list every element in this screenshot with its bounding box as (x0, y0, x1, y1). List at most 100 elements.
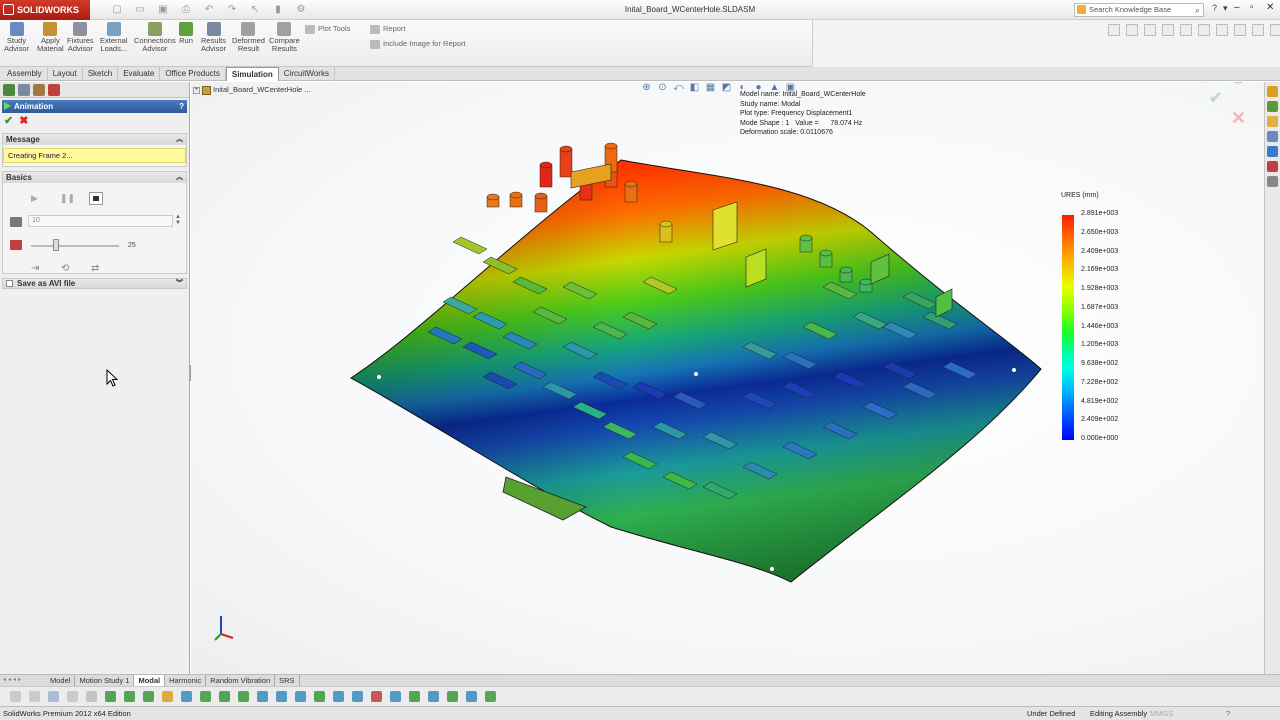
section-icon[interactable] (1162, 24, 1174, 36)
include-image-button[interactable]: Include Image for Report (370, 39, 466, 49)
design-library-icon[interactable] (1267, 101, 1278, 112)
simulation-tool-icon[interactable] (10, 691, 21, 702)
pm-help-icon[interactable]: ? (179, 100, 184, 113)
save-icon[interactable]: ▣ (156, 3, 170, 16)
search-icon[interactable]: ⌕ (1195, 4, 1200, 16)
tab-circuitworks[interactable]: CircuitWorks (279, 67, 335, 81)
config-manager-icon[interactable] (33, 84, 45, 96)
speed-slider-thumb[interactable] (53, 239, 59, 251)
simulation-tool-icon[interactable] (371, 691, 382, 702)
options-icon[interactable]: ⚙ (294, 3, 308, 16)
simulation-tool-icon[interactable] (86, 691, 97, 702)
expand-icon[interactable]: ︾ (176, 279, 183, 289)
tab-layout[interactable]: Layout (48, 67, 83, 81)
tab-office-products[interactable]: Office Products (160, 67, 226, 81)
tab-nav-arrows-icon[interactable]: ◂◂◂▸ (3, 676, 23, 683)
frames-input[interactable]: 10 (28, 215, 173, 227)
zoom-icon[interactable] (1108, 24, 1120, 36)
rebuild-icon[interactable]: ▮ (271, 3, 285, 16)
simulation-tool-icon[interactable] (124, 691, 135, 702)
simulation-tool-icon[interactable] (257, 691, 268, 702)
simulation-tool-icon[interactable] (485, 691, 496, 702)
tab-sketch[interactable]: Sketch (83, 67, 119, 81)
simulation-tool-icon[interactable] (105, 691, 116, 702)
collapse-icon[interactable]: ︽ (176, 134, 183, 145)
solidworks-logo[interactable]: SOLIDWORKS (0, 0, 90, 20)
tab-simulation[interactable]: Simulation (225, 67, 279, 81)
play-button-icon[interactable]: ▶ (31, 193, 38, 204)
help-icon[interactable]: ? (1212, 3, 1217, 14)
simulation-tool-icon[interactable] (219, 691, 230, 702)
stop-button[interactable] (89, 192, 103, 205)
study-advisor-button[interactable]: Study Advisor (4, 22, 29, 53)
external-loads-button[interactable]: External Loads... (100, 22, 128, 53)
ok-check-icon[interactable]: ✔ (4, 116, 13, 127)
simulation-tool-icon[interactable] (409, 691, 420, 702)
basics-group-header[interactable]: Basics ︽ (3, 172, 186, 183)
appearance-icon[interactable] (1234, 24, 1246, 36)
simulation-tool-icon[interactable] (29, 691, 40, 702)
minimize-icon[interactable]: – (1234, 2, 1240, 13)
status-help-icon[interactable]: ? (1226, 707, 1230, 720)
tab-assembly[interactable]: Assembly (2, 67, 48, 81)
maximize-icon[interactable]: ▫ (1250, 2, 1254, 13)
user-icon[interactable]: ▾ (1223, 3, 1228, 14)
open-icon[interactable]: ▭ (133, 3, 147, 16)
zoom-area-icon[interactable] (1126, 24, 1138, 36)
view-palette-icon[interactable] (1267, 146, 1278, 157)
cancel-x-icon[interactable]: ✖ (19, 116, 28, 127)
fixtures-advisor-button[interactable]: Fixtures Advisor (67, 22, 94, 53)
connections-advisor-button[interactable]: Connections Advisor (134, 22, 176, 53)
simulation-tool-icon[interactable] (276, 691, 287, 702)
simulation-tool-icon[interactable] (48, 691, 59, 702)
hide-show-icon[interactable] (1216, 24, 1228, 36)
new-document-icon[interactable]: ▢ (110, 3, 124, 16)
simulation-tool-icon[interactable] (200, 691, 211, 702)
file-explorer-icon[interactable] (1267, 116, 1278, 127)
deformed-result-button[interactable]: Deformed Result (232, 22, 265, 53)
status-units[interactable]: MMGS (1150, 707, 1173, 720)
prev-view-icon[interactable] (1144, 24, 1156, 36)
print-icon[interactable]: ⎙ (179, 3, 193, 16)
simulation-tool-icon[interactable] (181, 691, 192, 702)
tab-evaluate[interactable]: Evaluate (118, 67, 161, 81)
apply-material-button[interactable]: Apply Material (37, 22, 64, 53)
display-style-icon[interactable] (1198, 24, 1210, 36)
simulation-tool-icon[interactable] (428, 691, 439, 702)
loop-forward-icon[interactable]: ⇥ (31, 263, 39, 274)
frames-spinner[interactable]: ▲ ▼ (175, 214, 181, 226)
display-manager-icon[interactable] (48, 84, 60, 96)
report-button[interactable]: Report (370, 24, 406, 34)
resources-icon[interactable] (1267, 86, 1278, 97)
compare-results-button[interactable]: Compare Results (269, 22, 300, 53)
undo-icon[interactable]: ↶ (202, 3, 216, 16)
appearances-icon[interactable] (1267, 161, 1278, 172)
collapse-icon[interactable]: ︽ (176, 172, 183, 183)
speed-slider-track[interactable] (31, 245, 119, 247)
simulation-tool-icon[interactable] (333, 691, 344, 702)
simulation-tool-icon[interactable] (238, 691, 249, 702)
select-icon[interactable]: ↖ (248, 3, 262, 16)
search-input[interactable]: Search Knowledge Base ⌕ (1074, 3, 1204, 17)
save-avi-group[interactable]: Save as AVI file ︾ (2, 278, 187, 289)
message-group-header[interactable]: Message ︽ (3, 134, 186, 145)
simulation-tool-icon[interactable] (314, 691, 325, 702)
loop-icon[interactable]: ⟲ (61, 263, 69, 274)
simulation-tool-icon[interactable] (162, 691, 173, 702)
simulation-tool-icon[interactable] (67, 691, 78, 702)
property-manager-icon[interactable] (18, 84, 30, 96)
custom-properties-icon[interactable] (1267, 176, 1278, 187)
close-icon[interactable]: ✕ (1266, 2, 1274, 13)
simulation-tool-icon[interactable] (352, 691, 363, 702)
simulation-tool-icon[interactable] (447, 691, 458, 702)
simulation-tool-icon[interactable] (295, 691, 306, 702)
simulation-tool-icon[interactable] (143, 691, 154, 702)
reciprocate-icon[interactable]: ⇄ (91, 263, 99, 274)
feature-manager-icon[interactable] (3, 84, 15, 96)
scene-icon[interactable] (1252, 24, 1264, 36)
search-results-icon[interactable] (1267, 131, 1278, 142)
run-button[interactable]: Run (179, 22, 193, 45)
redo-icon[interactable]: ↷ (225, 3, 239, 16)
view-orient-icon[interactable] (1180, 24, 1192, 36)
graphics-area[interactable]: + Inital_Board_WCenterHole ... ⊕ ⊙ ⤺ ◧ ▦ … (191, 82, 1264, 674)
